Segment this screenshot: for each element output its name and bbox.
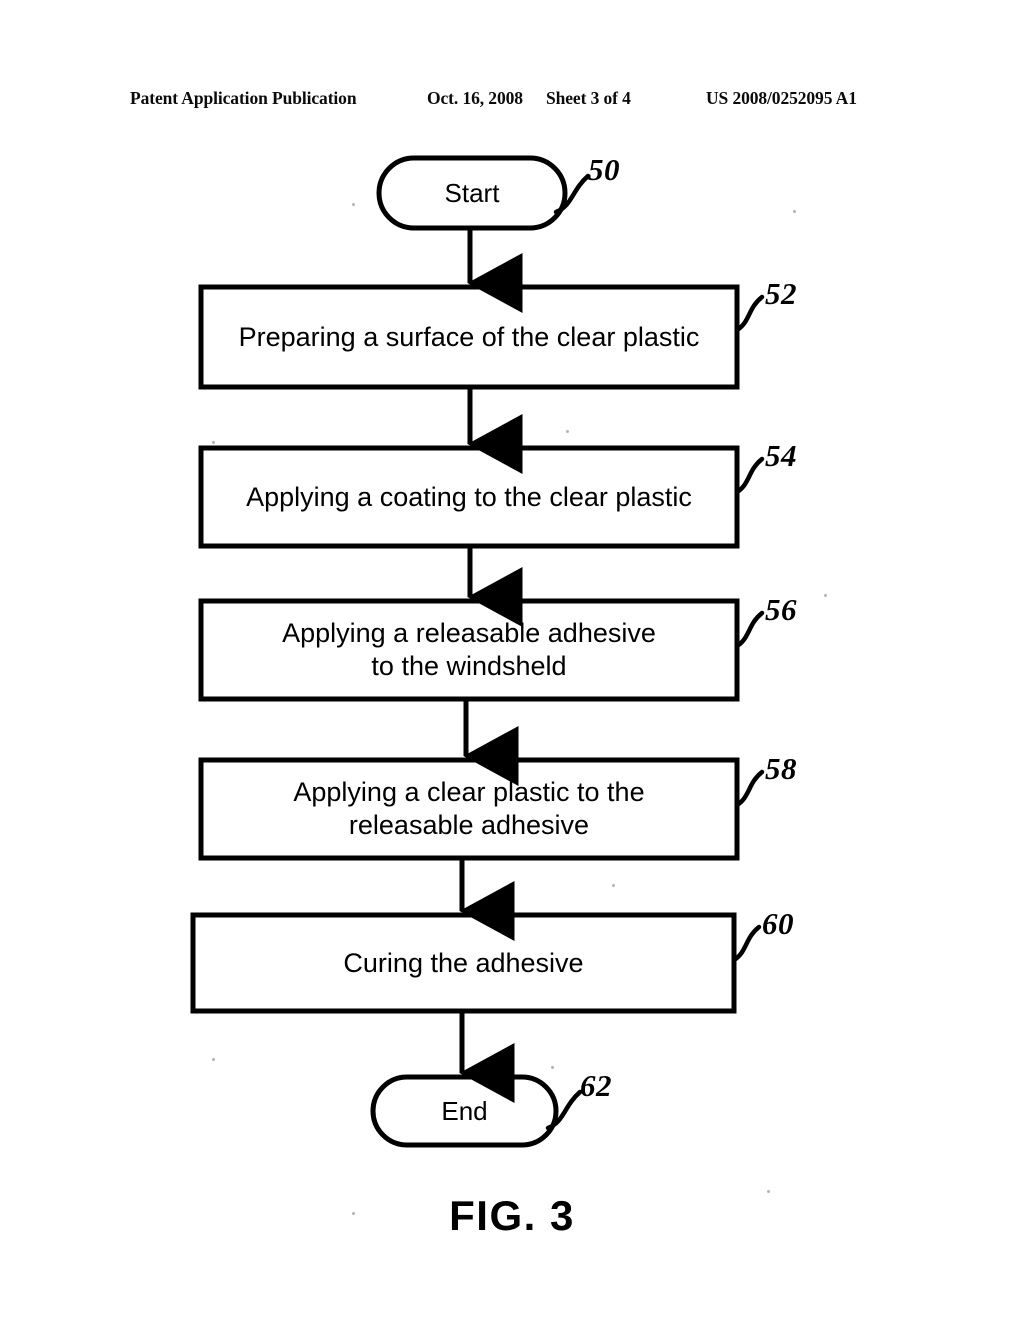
scan-speck (824, 594, 827, 597)
leader-line-54 (734, 456, 765, 495)
scan-speck (551, 1066, 554, 1069)
node-step60-label: Curing the adhesive (343, 947, 584, 978)
reference-numeral-60: 60 (762, 906, 794, 941)
reference-numeral-52: 52 (765, 276, 797, 311)
reference-numeral-58: 58 (765, 751, 797, 786)
leader-line-58 (734, 769, 765, 808)
node-step54-label: Applying a coating to the clear plastic (246, 481, 692, 512)
leader-line-60 (731, 924, 762, 963)
node-start-label: Start (444, 177, 500, 208)
scan-speck (793, 210, 796, 213)
leader-line-56 (734, 610, 765, 649)
reference-numeral-54: 54 (765, 438, 797, 473)
flowchart-figure: Start Preparing a surface of the clear p… (0, 0, 1024, 1320)
reference-numeral-62: 62 (580, 1068, 612, 1103)
node-step58-label: Applying a clear plastic to the releasab… (293, 777, 645, 840)
node-step56-label: Applying a releasable adhesive to the wi… (282, 618, 656, 681)
scan-speck (352, 203, 355, 206)
node-end-label: End (441, 1095, 488, 1126)
reference-numeral-50: 50 (588, 152, 620, 187)
scan-speck (212, 441, 215, 444)
scan-speck (212, 1058, 215, 1061)
scan-speck (566, 430, 569, 433)
leader-line-52 (734, 294, 765, 333)
scan-speck (612, 884, 615, 887)
reference-numeral-56: 56 (765, 592, 797, 627)
node-step52-label: Preparing a surface of the clear plastic (238, 321, 700, 352)
figure-caption: FIG. 3 (449, 1192, 575, 1239)
